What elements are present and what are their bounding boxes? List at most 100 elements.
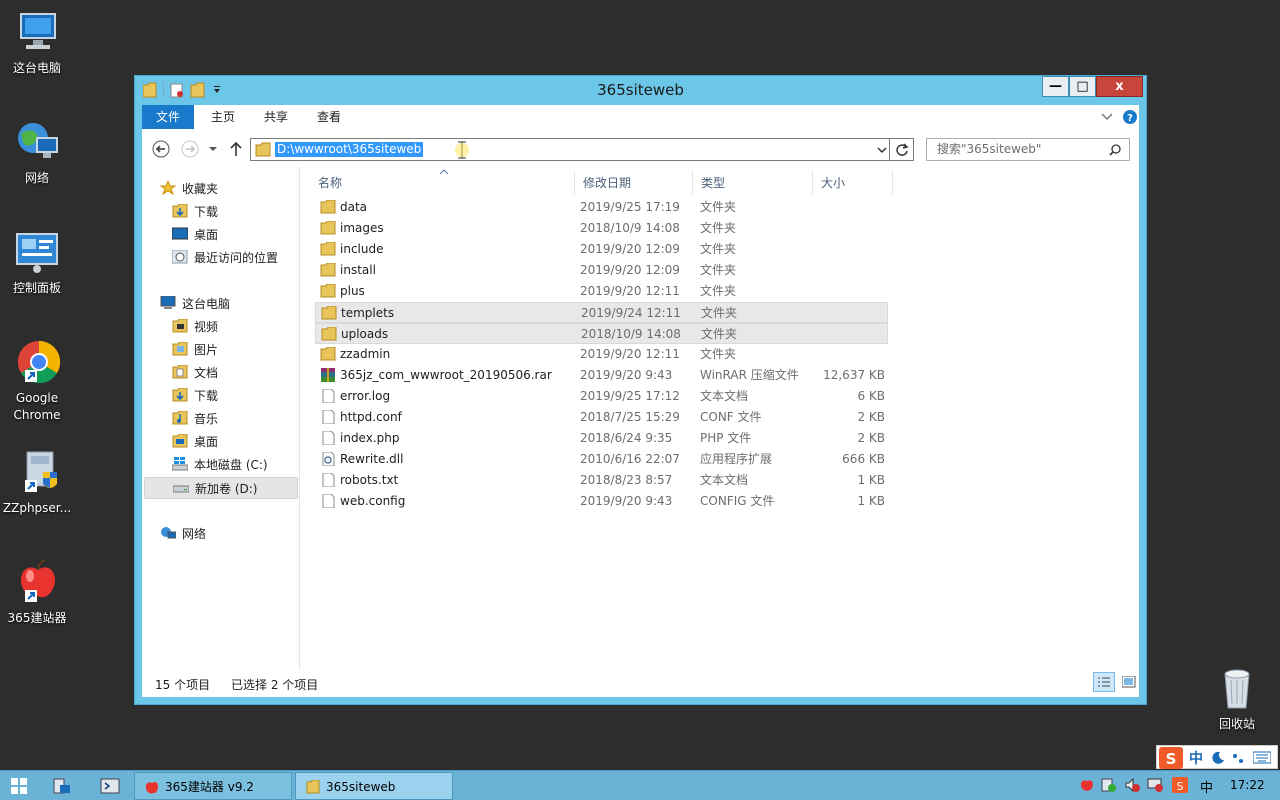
desktop-icon-network[interactable]: 网络 [0, 118, 74, 187]
large-icons-view-button[interactable] [1118, 672, 1140, 692]
clock[interactable]: 17:22 [1230, 778, 1265, 792]
desktop-icon-chrome[interactable]: Google Chrome [0, 338, 74, 424]
winrar-archive-icon [321, 368, 335, 382]
tab-view[interactable]: 查看 [303, 105, 355, 129]
help-icon[interactable]: ? [1123, 110, 1137, 124]
folder-icon [320, 263, 336, 277]
column-header-date[interactable]: 修改日期 [575, 171, 693, 195]
search-input[interactable]: 搜索"365siteweb" [926, 138, 1130, 161]
maximize-button[interactable]: □ [1069, 76, 1096, 97]
document-icon [322, 494, 335, 508]
column-header-size[interactable]: 大小 [813, 171, 893, 195]
desktop-icon-365jzq[interactable]: 365建站器 [0, 558, 74, 627]
nav-favorites-label: 收藏夹 [182, 182, 219, 196]
desktop-icon-control-panel[interactable]: 控制面板 [0, 228, 74, 297]
nav-item-videos[interactable]: 视频 [172, 316, 218, 338]
file-row[interactable]: data 2019/9/25 17:19 文件夹 [315, 197, 888, 218]
network-icon [161, 527, 176, 539]
nav-item-label: 音乐 [194, 412, 219, 426]
search-icon[interactable] [1109, 144, 1121, 156]
nav-network[interactable]: 网络 [160, 523, 206, 545]
windows-drive-icon [172, 457, 188, 471]
tab-home[interactable]: 主页 [197, 105, 249, 129]
column-header-type[interactable]: 类型 [693, 171, 813, 195]
nav-item-recent[interactable]: 最近访问的位置 [172, 247, 278, 269]
navigation-pane: 收藏夹 下载 桌面 最近访问的位置 这台电脑 视频 图片 文档 下载 音乐 桌面… [142, 167, 300, 669]
tray-ime-label[interactable]: 中 [1200, 777, 1213, 796]
nav-item-desktop[interactable]: 桌面 [172, 224, 218, 246]
back-arrow-icon[interactable] [152, 140, 170, 158]
nav-item-downloads[interactable]: 下载 [172, 201, 218, 223]
start-windows-icon[interactable] [10, 777, 28, 795]
file-type: CONFIG 文件 [700, 494, 775, 508]
title-bar[interactable]: 365siteweb — □ x [135, 76, 1146, 104]
nav-item-drive-d[interactable]: 新加卷 (D:) [144, 477, 298, 499]
folder-icon [320, 221, 336, 235]
server-manager-icon[interactable] [52, 777, 72, 795]
nav-favorites[interactable]: 收藏夹 [160, 178, 218, 200]
sogou-logo-icon: S [1159, 747, 1183, 769]
tray-sogou-icon[interactable]: S [1172, 777, 1188, 793]
tray-security-icon[interactable] [1101, 777, 1117, 793]
file-type: 应用程序扩展 [700, 452, 773, 466]
powershell-icon[interactable] [100, 777, 120, 795]
file-row[interactable]: plus 2019/9/20 12:11 文件夹 [315, 281, 888, 302]
desktop-icon-this-pc[interactable]: 这台电脑 [0, 8, 74, 77]
nav-item-pictures[interactable]: 图片 [172, 339, 218, 361]
file-row[interactable]: 365jz_com_wwwroot_20190506.rar 2019/9/20 … [315, 365, 888, 386]
taskbar-app-label: 365siteweb [326, 780, 396, 794]
column-header-name[interactable]: 名称 [310, 171, 575, 195]
nav-this-pc[interactable]: 这台电脑 [160, 293, 230, 315]
nav-item-label: 视频 [194, 320, 219, 334]
address-path[interactable]: D:\wwwroot\365siteweb [275, 142, 424, 157]
file-row[interactable]: error.log 2019/9/25 17:12 文本文档 6 KB [315, 386, 888, 407]
file-row[interactable]: include 2019/9/20 12:09 文件夹 [315, 239, 888, 260]
file-row[interactable]: zzadmin 2019/9/20 12:11 文件夹 [315, 344, 888, 365]
nav-item-drive-c[interactable]: 本地磁盘 (C:) [172, 454, 268, 476]
star-icon [160, 181, 176, 195]
file-row[interactable]: Rewrite.dll 2010/6/16 22:07 应用程序扩展 666 KB [315, 449, 888, 470]
ribbon-expand-icon[interactable] [1101, 113, 1113, 121]
file-row[interactable]: install 2019/9/20 12:09 文件夹 [315, 260, 888, 281]
tab-file[interactable]: 文件 [142, 105, 195, 129]
address-dropdown-icon[interactable] [877, 147, 887, 154]
minimize-button[interactable]: — [1042, 76, 1069, 97]
ime-toolbar[interactable]: S 中 [1156, 745, 1278, 769]
file-row[interactable]: index.php 2018/6/24 9:35 PHP 文件 2 KB [315, 428, 888, 449]
nav-item-music[interactable]: 音乐 [172, 408, 218, 430]
file-row[interactable]: web.config 2019/9/20 9:43 CONFIG 文件 1 KB [315, 491, 888, 512]
recent-locations-chevron-icon[interactable] [208, 146, 218, 152]
up-arrow-icon[interactable] [229, 141, 243, 157]
file-type: 文件夹 [700, 263, 737, 277]
desktop-icon-zzphpserver[interactable]: ZZphpser... [0, 448, 74, 517]
folder-icon [320, 347, 336, 361]
file-row[interactable]: robots.txt 2018/8/23 8:57 文本文档 1 KB [315, 470, 888, 491]
nav-item-downloads-pc[interactable]: 下载 [172, 385, 218, 407]
details-view-button[interactable] [1093, 672, 1115, 692]
pictures-folder-icon [172, 342, 188, 356]
tray-apple-icon[interactable] [1079, 777, 1095, 793]
file-row[interactable]: uploads 2018/10/9 14:08 文件夹 [315, 323, 888, 344]
file-date: 2018/8/23 8:57 [580, 473, 673, 487]
nav-item-label: 下载 [194, 205, 219, 219]
address-bar[interactable]: D:\wwwroot\365siteweb [250, 138, 890, 161]
explorer-window[interactable]: 365siteweb — □ x 文件 主页 共享 查看 ? D:\wwwroo… [134, 75, 1147, 705]
file-row[interactable]: templets 2019/9/24 12:11 文件夹 [315, 302, 888, 323]
file-row[interactable]: images 2018/10/9 14:08 文件夹 [315, 218, 888, 239]
speaker-muted-icon[interactable] [1124, 777, 1140, 793]
forward-arrow-icon[interactable] [181, 140, 199, 158]
network-disconnected-icon[interactable] [1147, 777, 1163, 793]
file-date: 2018/6/24 9:35 [580, 431, 673, 445]
file-row[interactable]: httpd.conf 2018/7/25 15:29 CONF 文件 2 KB [315, 407, 888, 428]
desktop-icon-recycle-bin[interactable]: 回收站 [1200, 664, 1274, 733]
file-type: 文件夹 [700, 347, 737, 361]
taskbar-app-365jzq[interactable]: 365建站器 v9.2 [134, 772, 292, 800]
refresh-button[interactable] [890, 138, 914, 161]
tab-share[interactable]: 共享 [250, 105, 302, 129]
desktop-folder-icon [172, 434, 188, 448]
taskbar-app-explorer[interactable]: 365siteweb [295, 772, 453, 800]
nav-item-desktop-pc[interactable]: 桌面 [172, 431, 218, 453]
nav-item-documents[interactable]: 文档 [172, 362, 218, 384]
close-button[interactable]: x [1096, 76, 1143, 97]
selected-count: 已选择 2 个项目 [231, 678, 319, 692]
